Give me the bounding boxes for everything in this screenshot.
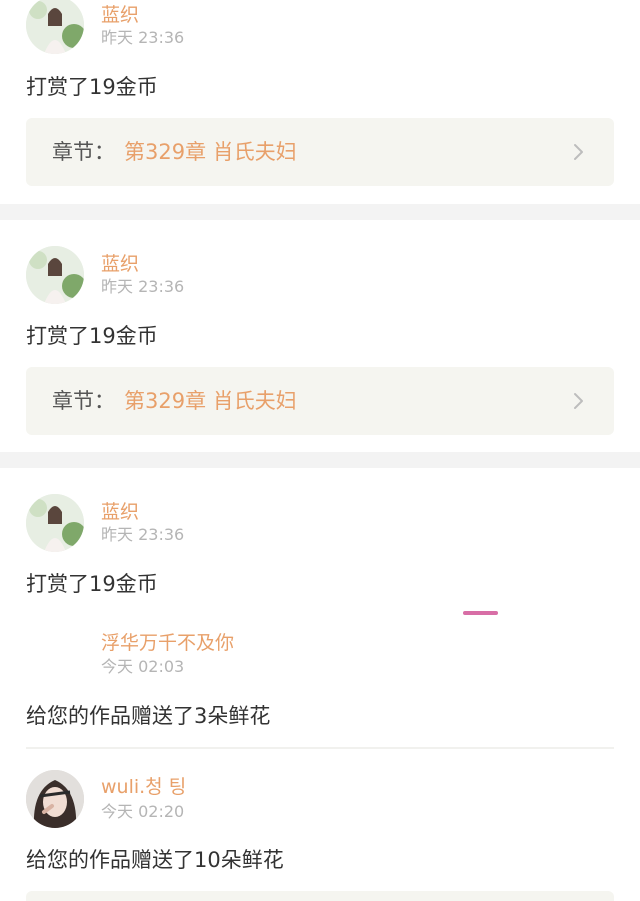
chapter-link-partial[interactable] (26, 891, 614, 901)
reward-message: 打赏了19金币 (26, 75, 158, 99)
section-separator (0, 204, 640, 220)
reply-message: 给您的作品赠送了3朵鲜花 (26, 704, 271, 728)
username[interactable]: 蓝织 (101, 501, 139, 523)
reward-card: 蓝织 昨天 23:36 打赏了19金币 章节： 第329章 肖氏夫妇 (0, 0, 640, 204)
reply-divider (26, 747, 614, 749)
reward-card: 蓝织 昨天 23:36 打赏了19金币 章节： 第329章 肖氏夫妇 (0, 220, 640, 452)
reward-message: 打赏了19金币 (26, 572, 158, 596)
reply-username[interactable]: 浮华万千不及你 (101, 632, 234, 654)
chevron-right-icon (574, 393, 583, 409)
chapter-label: 章节： (52, 140, 115, 164)
chapter-title: 第329章 肖氏夫妇 (124, 140, 297, 164)
chapter-link[interactable]: 章节： 第329章 肖氏夫妇 (26, 118, 614, 186)
avatar[interactable] (26, 0, 84, 54)
timestamp: 昨天 23:36 (101, 525, 185, 544)
reward-feed: 蓝织 昨天 23:36 打赏了19金币 章节： 第329章 肖氏夫妇 蓝织 昨天… (0, 0, 640, 901)
section-separator (0, 452, 640, 468)
chapter-link[interactable]: 章节： 第329章 肖氏夫妇 (26, 367, 614, 435)
reply-timestamp: 今天 02:20 (101, 802, 185, 821)
reply-timestamp: 今天 02:03 (101, 657, 185, 676)
accent-indicator (463, 611, 498, 615)
reward-card: 蓝织 昨天 23:36 打赏了19金币 浮华万千不及你 今天 02:03 给您的… (0, 468, 640, 901)
reply-message: 给您的作品赠送了10朵鲜花 (26, 848, 284, 872)
reward-message: 打赏了19金币 (26, 324, 158, 348)
avatar[interactable] (26, 246, 84, 304)
avatar[interactable] (26, 494, 84, 552)
chapter-title: 第329章 肖氏夫妇 (124, 389, 297, 413)
avatar[interactable] (26, 770, 84, 828)
reply-username[interactable]: wuli.청 팅 (101, 776, 186, 798)
timestamp: 昨天 23:36 (101, 277, 185, 296)
chevron-right-icon (574, 144, 583, 160)
chapter-label: 章节： (52, 389, 115, 413)
username[interactable]: 蓝织 (101, 253, 139, 275)
timestamp: 昨天 23:36 (101, 28, 185, 47)
username[interactable]: 蓝织 (101, 4, 139, 26)
